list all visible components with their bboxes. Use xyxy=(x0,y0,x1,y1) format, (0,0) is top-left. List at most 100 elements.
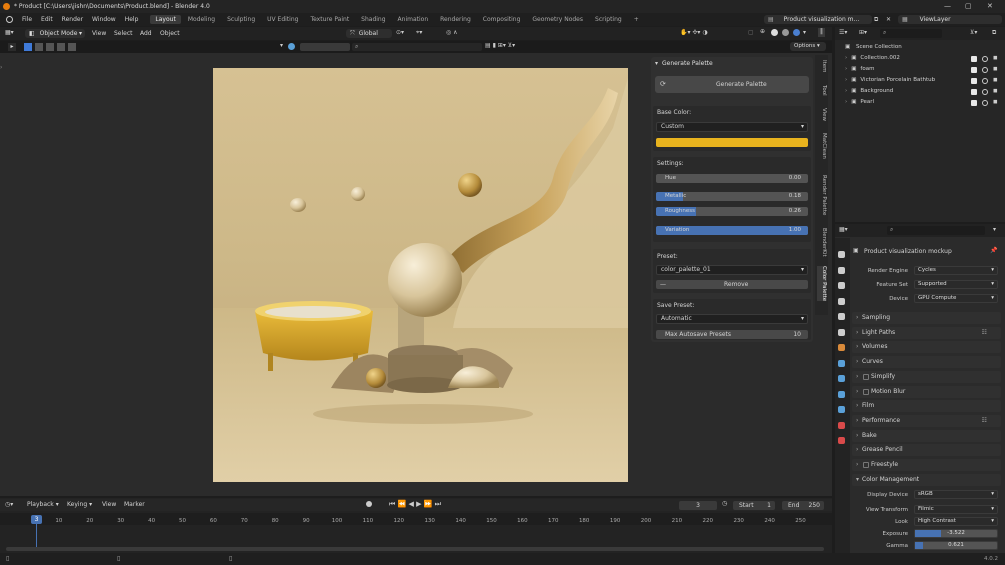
options-dropdown[interactable]: Options ▾ xyxy=(790,42,826,51)
outliner-editor-icon[interactable]: ☰▾ xyxy=(839,29,847,36)
tab-modeling[interactable]: Modeling xyxy=(183,15,220,24)
add-workspace-icon[interactable]: + xyxy=(629,15,644,24)
filter-chevron-icon[interactable]: ▾ xyxy=(280,42,283,49)
select-box-icon[interactable] xyxy=(24,43,32,51)
outliner-item[interactable]: › ▣ foam ◼ xyxy=(845,66,1003,73)
new-collection-icon[interactable]: ⧉ xyxy=(992,29,996,37)
remove-preset-button[interactable]: — Remove xyxy=(656,280,808,289)
tab-geometry-nodes[interactable]: Geometry Nodes xyxy=(527,15,588,24)
select-subtract-icon[interactable] xyxy=(46,43,54,51)
shading-rendered-icon[interactable] xyxy=(793,29,800,36)
slider-variation[interactable]: Variation 1.00 xyxy=(656,226,808,235)
section-performance[interactable]: › Performance ☷ xyxy=(852,415,1001,427)
eye-icon[interactable] xyxy=(982,56,988,62)
end-frame-field[interactable]: End 250 xyxy=(782,501,824,510)
current-frame-field[interactable]: 3 xyxy=(679,501,717,510)
camera-icon[interactable]: ◼ xyxy=(993,88,998,94)
slider-roughness[interactable]: Roughness 0.26 xyxy=(656,207,808,216)
timeline-scrollbar[interactable] xyxy=(6,547,824,551)
menu-object[interactable]: Object xyxy=(160,30,180,37)
expand-arrow-icon[interactable]: › xyxy=(845,77,847,83)
section-sampling[interactable]: › Sampling xyxy=(852,312,1001,324)
toggle-sidebar-icon[interactable]: ‖ xyxy=(818,28,825,37)
tab-view[interactable]: View xyxy=(817,108,827,121)
eye-icon[interactable] xyxy=(982,78,988,84)
device-dropdown[interactable]: GPU Compute ▾ xyxy=(914,294,998,303)
section-film[interactable]: › Film xyxy=(852,400,1001,412)
feature-set-dropdown[interactable]: Supported ▾ xyxy=(914,280,998,289)
tab-texture-paint[interactable]: Texture Paint xyxy=(305,15,354,24)
properties-tab-icon[interactable] xyxy=(838,251,845,258)
list-icon[interactable]: ☷ xyxy=(982,415,987,427)
properties-tab-icon[interactable] xyxy=(838,375,845,382)
filter-icon[interactable]: ⊻▾ xyxy=(970,29,977,36)
outliner-search-input[interactable]: ⌕ xyxy=(880,29,942,38)
checkbox-icon[interactable] xyxy=(863,389,869,395)
checkbox-icon[interactable] xyxy=(971,56,977,62)
menu-keying[interactable]: Keying ▾ xyxy=(67,501,92,508)
menu-file[interactable]: File xyxy=(22,16,32,23)
exposure-field[interactable]: -3.522 xyxy=(914,529,998,538)
transform-orientation-dropdown[interactable]: ⤧ Global xyxy=(346,29,392,38)
tab-sculpting[interactable]: Sculpting xyxy=(222,15,260,24)
list-icon[interactable]: ☷ xyxy=(982,327,987,339)
view-transform-dropdown[interactable]: Filmic ▾ xyxy=(914,505,998,514)
expand-arrow-icon[interactable]: › xyxy=(845,99,847,105)
base-color-swatch[interactable] xyxy=(656,138,808,147)
camera-icon[interactable]: ◼ xyxy=(993,66,998,72)
shading-wireframe-icon[interactable]: ⊕ xyxy=(760,28,765,35)
menu-window[interactable]: Window xyxy=(92,16,116,23)
select-extend-icon[interactable] xyxy=(35,43,43,51)
tab-tool[interactable]: Tool xyxy=(817,85,827,96)
outliner-item[interactable]: › ▣ Victorian Porcelain Bathtub ◼ xyxy=(845,77,1003,84)
section-light-paths[interactable]: › Light Paths ☷ xyxy=(852,327,1001,339)
menu-help[interactable]: Help xyxy=(125,16,139,23)
outliner-item[interactable]: › ▣ Background ◼ xyxy=(845,88,1003,95)
new-scene-icon[interactable]: ⧉ xyxy=(874,16,878,24)
scene-collection-row[interactable]: ▣ Scene Collection xyxy=(845,44,902,50)
properties-tab-icon[interactable] xyxy=(838,344,845,351)
render-engine-dropdown[interactable]: Cycles ▾ xyxy=(914,266,998,275)
properties-tab-icon[interactable] xyxy=(838,359,845,367)
delete-scene-icon[interactable]: ✕ xyxy=(886,16,891,23)
checkbox-icon[interactable] xyxy=(863,462,869,468)
pin-icon[interactable]: 📌 xyxy=(990,247,997,254)
menu-view[interactable]: View xyxy=(92,30,106,37)
select-invert-icon[interactable] xyxy=(57,43,65,51)
cursor-tool-icon[interactable]: ▸ xyxy=(8,43,16,51)
properties-tab-icon[interactable] xyxy=(838,437,845,444)
shading-solid-icon[interactable] xyxy=(771,29,778,36)
section-curves[interactable]: › Curves xyxy=(852,356,1001,368)
outliner-item[interactable]: › ▣ Collection.002 ◼ xyxy=(845,55,1003,62)
eye-icon[interactable] xyxy=(982,67,988,73)
save-preset-dropdown[interactable]: Automatic ▾ xyxy=(656,314,808,324)
section-simplify[interactable]: › Simplify xyxy=(852,371,1001,383)
properties-editor-icon[interactable]: ▦▾ xyxy=(839,226,848,233)
camera-icon[interactable]: ◼ xyxy=(993,77,998,83)
tab-uv-editing[interactable]: UV Editing xyxy=(262,15,303,24)
generate-palette-button[interactable]: ⟳ Generate Palette xyxy=(655,76,809,93)
section-motion-blur[interactable]: › Motion Blur xyxy=(852,386,1001,398)
tab-item[interactable]: Item xyxy=(817,60,827,73)
tab-color-palette[interactable]: Color Palette xyxy=(817,266,827,302)
close-icon[interactable]: ✕ xyxy=(987,2,993,10)
tab-rendering[interactable]: Rendering xyxy=(435,15,476,24)
properties-tab-icon[interactable] xyxy=(838,297,845,305)
properties-tab-icon[interactable] xyxy=(838,282,845,289)
object-type-visibility-icons[interactable] xyxy=(300,43,350,51)
tab-animation[interactable]: Animation xyxy=(393,15,434,24)
tab-matclean[interactable]: MatClean xyxy=(817,133,827,159)
properties-tab-icon[interactable] xyxy=(838,266,845,274)
record-icon[interactable] xyxy=(366,501,372,507)
tab-compositing[interactable]: Compositing xyxy=(478,15,526,24)
proportional-edit-icon[interactable]: ◎ ∧ xyxy=(446,29,458,36)
xray-icon[interactable]: ▢ xyxy=(748,29,754,36)
properties-tab-icon[interactable] xyxy=(838,421,845,429)
slider-hue[interactable]: Hue 0.00 xyxy=(656,174,808,183)
section-freestyle[interactable]: › Freestyle xyxy=(852,459,1001,471)
playhead-frame-badge[interactable]: 3 xyxy=(31,515,42,524)
expand-arrow-icon[interactable]: › xyxy=(845,88,847,94)
viewport-search-input[interactable]: ⌕ xyxy=(352,43,482,51)
start-frame-field[interactable]: Start 1 xyxy=(733,501,775,510)
shading-options-icon[interactable]: ▾ xyxy=(803,29,806,36)
